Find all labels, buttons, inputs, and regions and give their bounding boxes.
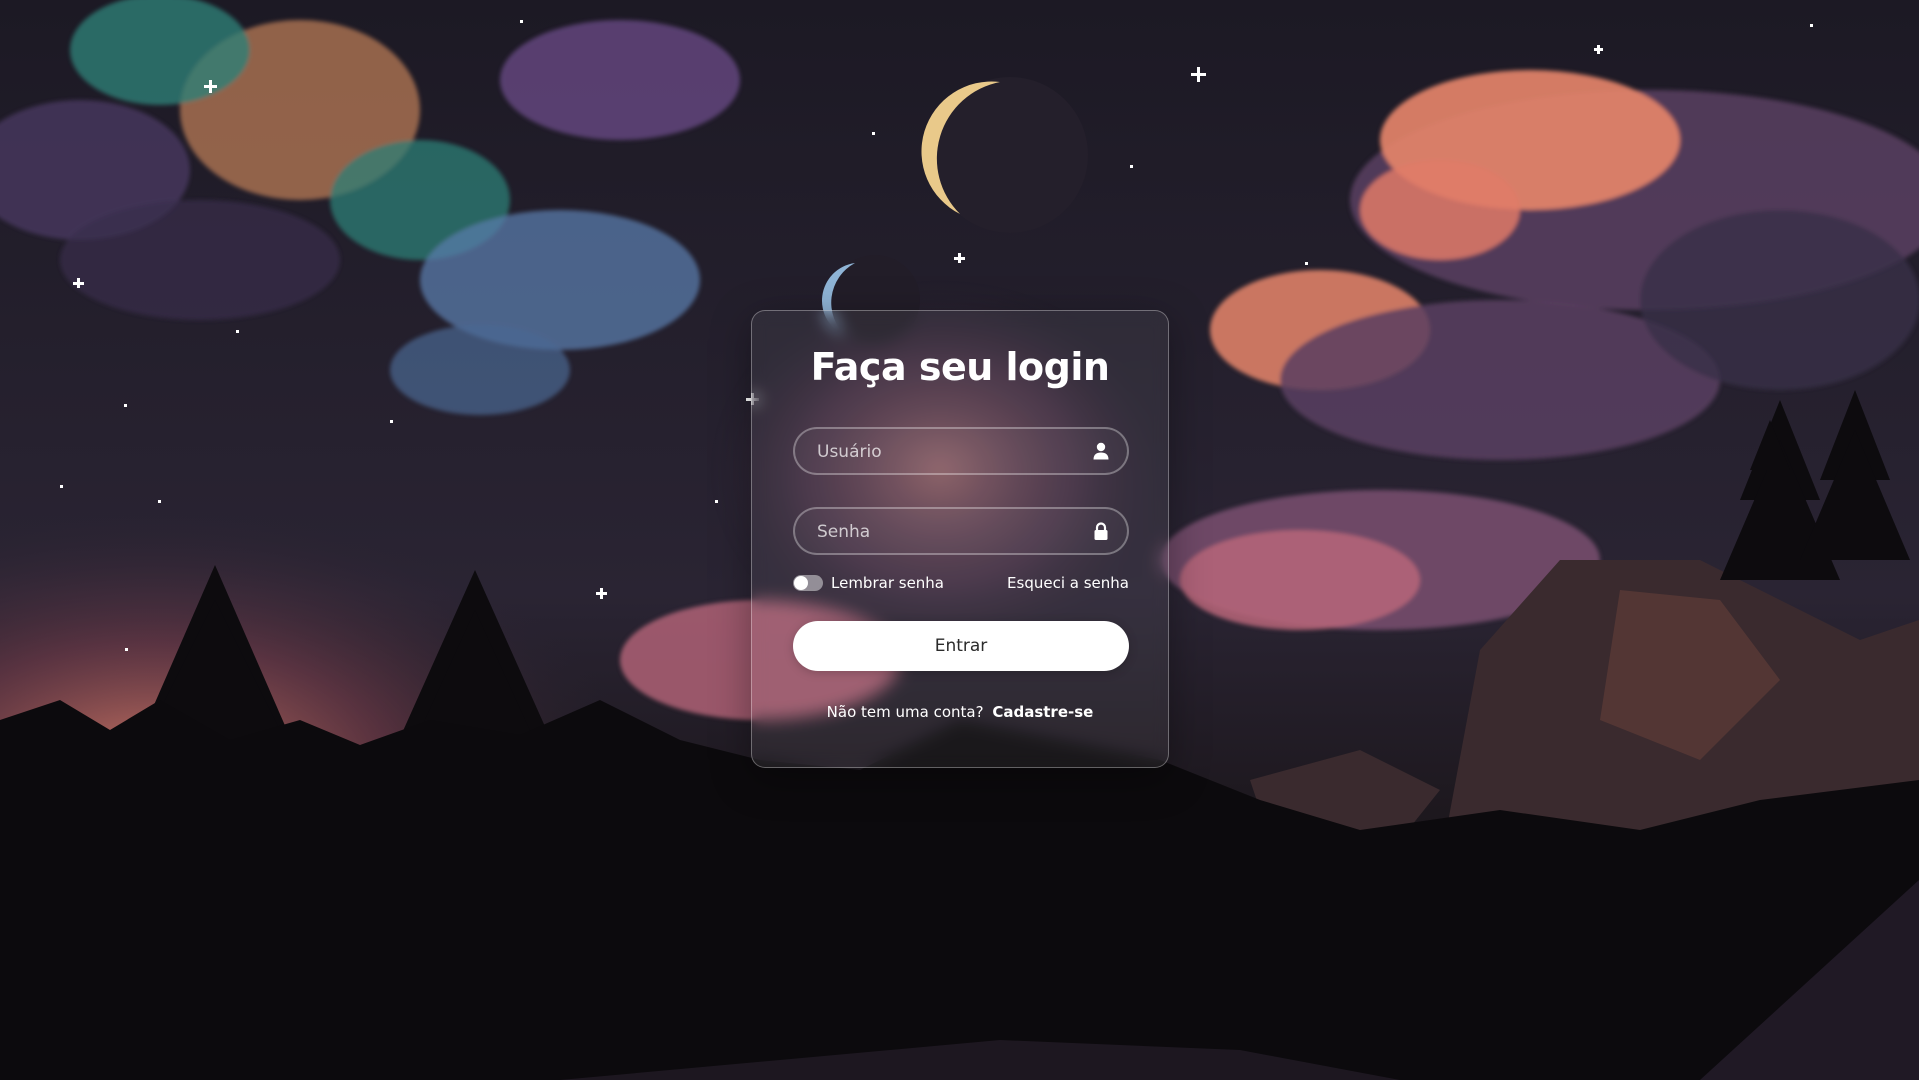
forgot-password-link[interactable]: Esqueci a senha [1007,574,1129,592]
remember-label[interactable]: Lembrar senha [831,574,944,592]
remember-toggle[interactable] [793,575,823,591]
user-icon [1091,441,1111,461]
register-link[interactable]: Cadastre-se [992,703,1093,721]
login-title: Faça seu login [810,345,1110,389]
lock-icon [1091,521,1111,541]
password-input[interactable] [815,509,1079,555]
register-row: Não tem uma conta? Cadastre-se [752,703,1168,721]
toggle-knob [794,576,808,590]
username-input[interactable] [815,429,1079,475]
username-field[interactable] [793,427,1129,475]
login-card: Faça seu login Lembrar senha Esqueci a s… [751,310,1169,768]
login-options-row: Lembrar senha Esqueci a senha [793,571,1129,595]
login-button[interactable]: Entrar [793,621,1129,671]
password-field[interactable] [793,507,1129,555]
register-prompt: Não tem uma conta? [826,703,984,721]
